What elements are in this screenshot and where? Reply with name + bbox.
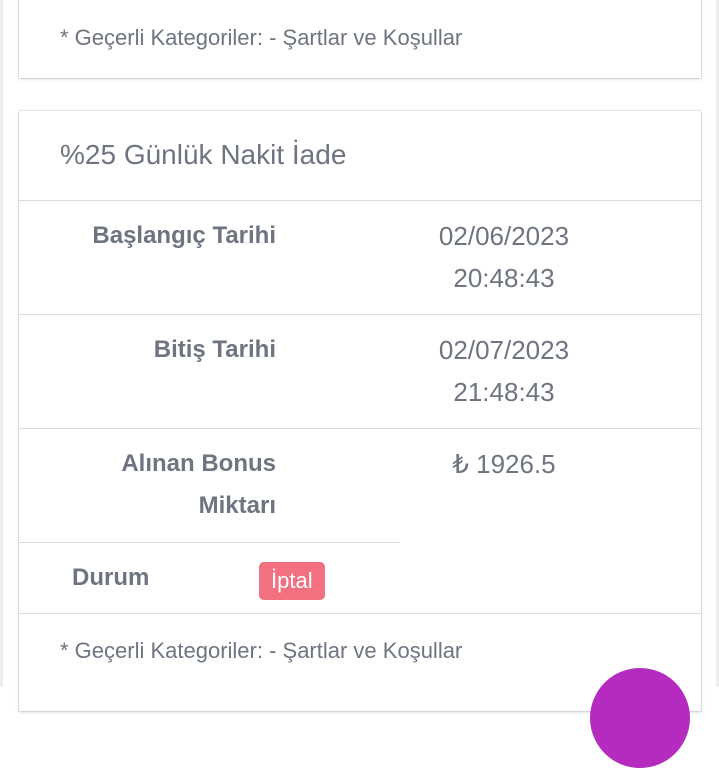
bonus-amount-label-line1: Alınan Bonus bbox=[121, 450, 276, 477]
status-badge: İptal bbox=[259, 562, 325, 600]
bonus-amount-value: ₺ 1926.5 bbox=[452, 449, 556, 479]
bonus-amount-label-line2: Miktarı bbox=[198, 492, 276, 519]
divider bbox=[19, 428, 701, 429]
bonus-card: %25 Günlük Nakit İade Başlangıç Tarihi 0… bbox=[19, 111, 701, 711]
start-date-date: 02/06/2023 bbox=[438, 221, 570, 251]
valid-categories-text: * Geçerli Kategoriler: - Şartlar ve Koşu… bbox=[60, 638, 463, 663]
start-date-label: Başlangıç Tarihi bbox=[92, 222, 276, 249]
valid-categories-text: * Geçerli Kategoriler: - Şartlar ve Koşu… bbox=[60, 25, 463, 50]
end-date-date: 02/07/2023 bbox=[438, 335, 570, 365]
divider bbox=[19, 613, 701, 614]
start-date-time: 20:48:43 bbox=[453, 263, 555, 293]
bonus-title: %25 Günlük Nakit İade bbox=[60, 139, 347, 170]
valid-categories-note: * Geçerli Kategoriler: - Şartlar ve Koşu… bbox=[60, 25, 462, 51]
status-label: Durum bbox=[72, 564, 150, 591]
end-date-label: Bitiş Tarihi bbox=[153, 336, 276, 363]
floating-action-button[interactable] bbox=[590, 668, 690, 768]
divider bbox=[19, 542, 400, 543]
divider bbox=[19, 200, 701, 201]
bonus-amount-label: Alınan Bonus Miktarı bbox=[121, 443, 276, 527]
start-date-value: 02/06/2023 20:48:43 bbox=[399, 215, 609, 299]
end-date-value: 02/07/2023 21:48:43 bbox=[399, 329, 609, 413]
divider bbox=[19, 314, 701, 315]
page-left-border bbox=[0, 0, 3, 687]
valid-categories-note: * Geçerli Kategoriler: - Şartlar ve Koşu… bbox=[60, 638, 462, 664]
previous-bonus-card: * Geçerli Kategoriler: - Şartlar ve Koşu… bbox=[19, 0, 701, 78]
end-date-time: 21:48:43 bbox=[453, 377, 555, 407]
